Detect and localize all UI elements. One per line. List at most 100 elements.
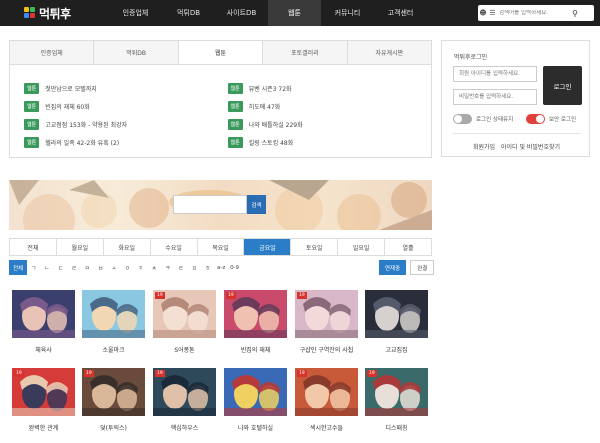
signup-link[interactable]: 회원가입 (473, 144, 495, 151)
post-title[interactable]: 킬링 스토킹 48화 (249, 138, 294, 147)
post-title[interactable]: 나와 배틀하실 229화 (249, 120, 303, 129)
webtoon-search-input[interactable] (173, 195, 247, 214)
day-tab-2[interactable]: 화요일 (103, 239, 151, 255)
day-tab-4[interactable]: 목요일 (197, 239, 245, 255)
nav-item-5[interactable]: 고객센터 (374, 0, 427, 26)
webtoon-thumbnail[interactable]: 19 (12, 368, 75, 416)
webtoon-title[interactable]: 소울마크 (82, 345, 145, 354)
post-item[interactable]: 웹툰 빈집의 재체 60화 (24, 97, 228, 115)
initial-filter-2[interactable]: ㄴ (40, 260, 53, 275)
initial-filter-8[interactable]: ㅇ (121, 260, 134, 275)
initial-filter-10[interactable]: ㅊ (148, 260, 161, 275)
post-item[interactable]: 웹툰 첫만남으로 모텔까지 (24, 79, 228, 97)
login-id-input[interactable] (453, 66, 537, 82)
webtoon-thumbnail[interactable]: 19 (153, 368, 216, 416)
user-icon[interactable]: ☻ (478, 6, 488, 20)
webtoon-card[interactable]: 19 디스패칭 (365, 368, 428, 432)
initial-filter-12[interactable]: ㅌ (174, 260, 187, 275)
panel-tab-4[interactable]: 자유게시판 (347, 41, 432, 64)
webtoon-card[interactable]: 19 구샵인 구역잔의 사칩 (295, 290, 358, 354)
webtoon-title[interactable]: S어퐁톤 (153, 345, 216, 354)
post-title[interactable]: 고교점점 153화 - 약용된 최강자 (45, 120, 127, 129)
nav-item-0[interactable]: 인증업체 (109, 0, 162, 26)
post-item[interactable]: 웹툰 나와 배틀하실 229화 (227, 115, 432, 133)
initial-filter-9[interactable]: ㅈ (134, 260, 147, 275)
initial-filter-6[interactable]: ㅂ (94, 260, 107, 275)
initial-filter-16[interactable]: 0-9 (228, 260, 241, 275)
webtoon-card[interactable]: 나와 호텔하실 (224, 368, 287, 432)
webtoon-title[interactable]: 체육사 (12, 345, 75, 354)
day-tab-3[interactable]: 수요일 (150, 239, 198, 255)
day-tab-7[interactable]: 일요일 (338, 239, 386, 255)
webtoon-title[interactable]: 고교집집 (365, 345, 428, 354)
initial-filter-0[interactable]: 전체 (9, 260, 27, 275)
post-item[interactable]: 웹툰 헬라의 일족 42-2화 유혹 (2) (24, 133, 228, 151)
post-item[interactable]: 웹툰 뷰벤 시즌3 72화 (227, 79, 432, 97)
post-item[interactable]: 웹툰 킬링 스토킹 48화 (227, 133, 432, 151)
webtoon-thumbnail[interactable]: 19 (224, 290, 287, 338)
panel-tab-1[interactable]: 먹튀DB (94, 41, 179, 64)
initial-filter-3[interactable]: ㄷ (54, 260, 67, 275)
initial-filter-7[interactable]: ㅅ (107, 260, 120, 275)
webtoon-card[interactable]: 고교집집 (365, 290, 428, 354)
webtoon-search-button[interactable]: 검색 (247, 195, 266, 214)
webtoon-thumbnail[interactable]: 19 (295, 368, 358, 416)
header-search-input[interactable] (499, 10, 569, 16)
initial-filter-15[interactable]: a-z (214, 260, 227, 275)
secure-login-toggle-row[interactable]: 보안 로그인 (526, 114, 576, 124)
webtoon-card[interactable]: 소울마크 (82, 290, 145, 354)
find-account-link[interactable]: 아이디 및 비밀번호찾기 (501, 144, 560, 151)
webtoon-thumbnail[interactable] (12, 290, 75, 338)
webtoon-title[interactable]: 섹시한고수들 (295, 423, 358, 432)
webtoon-card[interactable]: 19 S어퐁톤 (153, 290, 216, 354)
webtoon-thumbnail[interactable] (82, 290, 145, 338)
initial-filter-5[interactable]: ㅁ (81, 260, 94, 275)
post-item[interactable]: 웹툰 고교점점 153화 - 약용된 최강자 (24, 115, 228, 133)
login-button[interactable]: 로그인 (543, 66, 582, 105)
menu-icon[interactable]: ☰ (488, 6, 497, 20)
initial-filter-13[interactable]: ㅍ (188, 260, 201, 275)
post-title[interactable]: 뷰벤 시즌3 72화 (249, 84, 292, 93)
post-title[interactable]: 첫만남으로 모텔까지 (45, 84, 97, 93)
webtoon-title[interactable]: 덫(투릭스) (82, 423, 145, 432)
completed-button[interactable]: 완결 (410, 260, 435, 275)
webtoon-thumbnail[interactable]: 19 (295, 290, 358, 338)
ongoing-button[interactable]: 연재중 (379, 260, 407, 275)
panel-tab-2[interactable]: 웹툰 (178, 41, 264, 64)
webtoon-title[interactable]: 구샵인 구역잔의 사칩 (295, 345, 358, 354)
webtoon-title[interactable]: 나와 호텔하실 (224, 423, 287, 432)
initial-filter-11[interactable]: ㅋ (161, 260, 174, 275)
day-tab-0[interactable]: 전체 (10, 239, 57, 255)
webtoon-card[interactable]: 체육사 (12, 290, 75, 354)
login-password-input[interactable] (453, 89, 537, 105)
webtoon-card[interactable]: 19 덫(투릭스) (82, 368, 145, 432)
post-title[interactable]: 헬라의 일족 42-2화 유혹 (2) (45, 138, 119, 147)
webtoon-card[interactable]: 19 섹시한고수들 (295, 368, 358, 432)
initial-filter-1[interactable]: ㄱ (27, 260, 40, 275)
day-tab-8[interactable]: 열흘 (385, 239, 432, 255)
webtoon-thumbnail[interactable]: 19 (82, 368, 145, 416)
keep-login-toggle-row[interactable]: 로그인 상태유지 (453, 114, 513, 124)
webtoon-card[interactable]: 19 빈집의 재체 (224, 290, 287, 354)
initial-filter-14[interactable]: ㅎ (201, 260, 214, 275)
webtoon-thumbnail[interactable] (224, 368, 287, 416)
webtoon-title[interactable]: 완벽한 관계 (12, 423, 75, 432)
webtoon-title[interactable]: 빈집의 재체 (224, 345, 287, 354)
webtoon-thumbnail[interactable]: 19 (365, 368, 428, 416)
post-title[interactable]: 빈집의 재체 60화 (45, 102, 90, 111)
site-logo[interactable]: 먹튀후 (0, 0, 98, 26)
search-icon[interactable]: ⚲ (569, 6, 581, 20)
secure-login-toggle[interactable] (526, 114, 545, 124)
webtoon-title[interactable]: 핵심하우스 (153, 423, 216, 432)
webtoon-title[interactable]: 디스패칭 (365, 423, 428, 432)
nav-item-2[interactable]: 사이트DB (215, 0, 268, 26)
webtoon-card[interactable]: 19 핵심하우스 (153, 368, 216, 432)
day-tab-5[interactable]: 금요일 (244, 239, 292, 255)
webtoon-thumbnail[interactable]: 19 (153, 290, 216, 338)
panel-tab-3[interactable]: 포토갤러리 (263, 41, 348, 64)
panel-tab-0[interactable]: 인증업체 (10, 41, 95, 64)
keep-login-toggle[interactable] (453, 114, 472, 124)
post-item[interactable]: 웹툰 히도메 47화 (227, 97, 432, 115)
day-tab-6[interactable]: 토요일 (291, 239, 339, 255)
post-title[interactable]: 히도메 47화 (249, 102, 281, 111)
